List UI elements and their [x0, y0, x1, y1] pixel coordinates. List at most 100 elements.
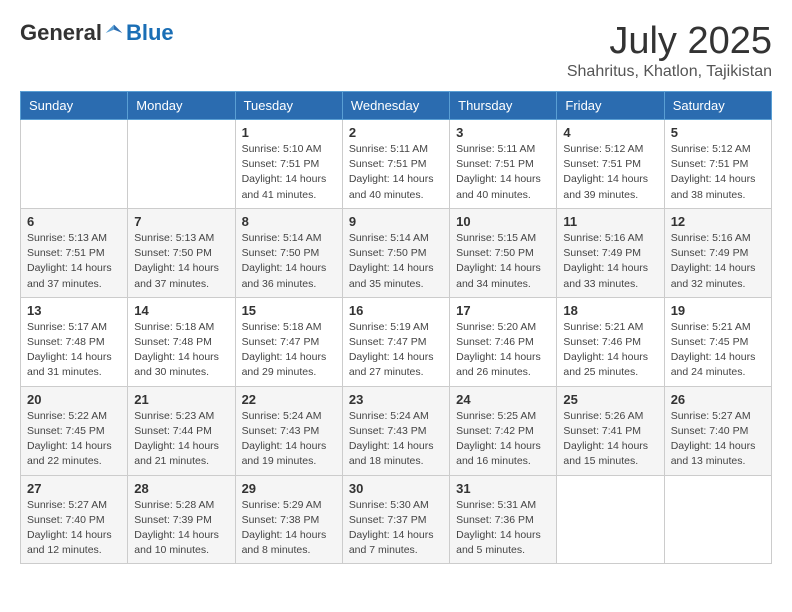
calendar-cell: 23 Sunrise: 5:24 AMSunset: 7:43 PMDayligh…: [342, 386, 449, 475]
day-number: 3: [456, 125, 550, 140]
day-number: 14: [134, 303, 228, 318]
calendar-cell: 22Sunrise: 5:24 AMSunset: 7:43 PMDayligh…: [235, 386, 342, 475]
calendar-cell: 18 Sunrise: 5:21 AMSunset: 7:46 PMDayligh…: [557, 297, 664, 386]
day-number: 22: [242, 392, 336, 407]
calendar-cell: 11Sunrise: 5:16 AMSunset: 7:49 PMDayligh…: [557, 208, 664, 297]
page-header: General Blue July 2025 Shahritus, Khatlo…: [20, 20, 772, 81]
calendar-cell: 31Sunrise: 5:31 AMSunset: 7:36 PMDayligh…: [450, 475, 557, 564]
week-row-0: 1 Sunrise: 5:10 AMSunset: 7:51 PMDaylight…: [21, 120, 772, 209]
calendar-cell: 12Sunrise: 5:16 AMSunset: 7:49 PMDayligh…: [664, 208, 771, 297]
calendar-cell: 25 Sunrise: 5:26 AMSunset: 7:41 PMDayligh…: [557, 386, 664, 475]
day-number: 28: [134, 481, 228, 496]
calendar-cell: [21, 120, 128, 209]
week-row-4: 27 Sunrise: 5:27 AMSunset: 7:40 PMDayligh…: [21, 475, 772, 564]
week-row-3: 20Sunrise: 5:22 AMSunset: 7:45 PMDayligh…: [21, 386, 772, 475]
weekday-header-monday: Monday: [128, 92, 235, 120]
weekday-header-wednesday: Wednesday: [342, 92, 449, 120]
day-info: Sunrise: 5:17 AMSunset: 7:48 PMDaylight:…: [27, 320, 121, 381]
day-info: Sunrise: 5:10 AMSunset: 7:51 PMDaylight:…: [242, 142, 336, 203]
day-info: Sunrise: 5:18 AMSunset: 7:48 PMDaylight:…: [134, 320, 228, 381]
calendar-cell: 10 Sunrise: 5:15 AMSunset: 7:50 PMDayligh…: [450, 208, 557, 297]
calendar-cell: 21 Sunrise: 5:23 AMSunset: 7:44 PMDayligh…: [128, 386, 235, 475]
day-info: Sunrise: 5:29 AMSunset: 7:38 PMDaylight:…: [242, 498, 336, 559]
day-number: 2: [349, 125, 443, 140]
calendar-cell: [128, 120, 235, 209]
day-info: Sunrise: 5:14 AMSunset: 7:50 PMDaylight:…: [349, 231, 443, 292]
day-number: 25: [563, 392, 657, 407]
calendar-cell: 26 Sunrise: 5:27 AMSunset: 7:40 PMDayligh…: [664, 386, 771, 475]
day-number: 5: [671, 125, 765, 140]
day-info: Sunrise: 5:12 AMSunset: 7:51 PMDaylight:…: [563, 142, 657, 203]
calendar-cell: 17 Sunrise: 5:20 AMSunset: 7:46 PMDayligh…: [450, 297, 557, 386]
day-info: Sunrise: 5:12 AMSunset: 7:51 PMDaylight:…: [671, 142, 765, 203]
calendar-cell: 29Sunrise: 5:29 AMSunset: 7:38 PMDayligh…: [235, 475, 342, 564]
week-row-1: 6Sunrise: 5:13 AMSunset: 7:51 PMDaylight…: [21, 208, 772, 297]
day-info: Sunrise: 5:26 AMSunset: 7:41 PMDaylight:…: [563, 409, 657, 470]
logo: General Blue: [20, 20, 174, 46]
day-info: Sunrise: 5:21 AMSunset: 7:45 PMDaylight:…: [671, 320, 765, 381]
calendar-cell: 15 Sunrise: 5:18 AMSunset: 7:47 PMDayligh…: [235, 297, 342, 386]
weekday-header-saturday: Saturday: [664, 92, 771, 120]
day-number: 27: [27, 481, 121, 496]
title-block: July 2025 Shahritus, Khatlon, Tajikistan: [567, 20, 772, 81]
calendar-cell: 4 Sunrise: 5:12 AMSunset: 7:51 PMDaylight…: [557, 120, 664, 209]
week-row-2: 13 Sunrise: 5:17 AMSunset: 7:48 PMDayligh…: [21, 297, 772, 386]
calendar-cell: 13 Sunrise: 5:17 AMSunset: 7:48 PMDayligh…: [21, 297, 128, 386]
day-info: Sunrise: 5:13 AMSunset: 7:50 PMDaylight:…: [134, 231, 228, 292]
day-info: Sunrise: 5:28 AMSunset: 7:39 PMDaylight:…: [134, 498, 228, 559]
day-info: Sunrise: 5:27 AMSunset: 7:40 PMDaylight:…: [671, 409, 765, 470]
day-info: Sunrise: 5:25 AMSunset: 7:42 PMDaylight:…: [456, 409, 550, 470]
day-info: Sunrise: 5:27 AMSunset: 7:40 PMDaylight:…: [27, 498, 121, 559]
day-number: 26: [671, 392, 765, 407]
calendar-cell: 9 Sunrise: 5:14 AMSunset: 7:50 PMDaylight…: [342, 208, 449, 297]
day-number: 19: [671, 303, 765, 318]
day-number: 12: [671, 214, 765, 229]
day-number: 11: [563, 214, 657, 229]
calendar-cell: 1 Sunrise: 5:10 AMSunset: 7:51 PMDaylight…: [235, 120, 342, 209]
calendar-cell: 19 Sunrise: 5:21 AMSunset: 7:45 PMDayligh…: [664, 297, 771, 386]
calendar: SundayMondayTuesdayWednesdayThursdayFrid…: [20, 91, 772, 564]
calendar-cell: 2 Sunrise: 5:11 AMSunset: 7:51 PMDaylight…: [342, 120, 449, 209]
calendar-cell: 27 Sunrise: 5:27 AMSunset: 7:40 PMDayligh…: [21, 475, 128, 564]
location: Shahritus, Khatlon, Tajikistan: [567, 63, 772, 81]
day-number: 23: [349, 392, 443, 407]
calendar-cell: 30Sunrise: 5:30 AMSunset: 7:37 PMDayligh…: [342, 475, 449, 564]
day-info: Sunrise: 5:14 AMSunset: 7:50 PMDaylight:…: [242, 231, 336, 292]
day-number: 9: [349, 214, 443, 229]
day-number: 7: [134, 214, 228, 229]
calendar-cell: 3 Sunrise: 5:11 AMSunset: 7:51 PMDaylight…: [450, 120, 557, 209]
weekday-header-friday: Friday: [557, 92, 664, 120]
logo-blue: Blue: [126, 20, 174, 46]
day-number: 17: [456, 303, 550, 318]
day-number: 13: [27, 303, 121, 318]
calendar-cell: 16Sunrise: 5:19 AMSunset: 7:47 PMDayligh…: [342, 297, 449, 386]
weekday-header-sunday: Sunday: [21, 92, 128, 120]
calendar-cell: 5 Sunrise: 5:12 AMSunset: 7:51 PMDaylight…: [664, 120, 771, 209]
day-info: Sunrise: 5:21 AMSunset: 7:46 PMDaylight:…: [563, 320, 657, 381]
day-number: 21: [134, 392, 228, 407]
weekday-header-tuesday: Tuesday: [235, 92, 342, 120]
day-info: Sunrise: 5:24 AMSunset: 7:43 PMDaylight:…: [349, 409, 443, 470]
calendar-cell: 20Sunrise: 5:22 AMSunset: 7:45 PMDayligh…: [21, 386, 128, 475]
day-info: Sunrise: 5:18 AMSunset: 7:47 PMDaylight:…: [242, 320, 336, 381]
day-info: Sunrise: 5:11 AMSunset: 7:51 PMDaylight:…: [349, 142, 443, 203]
day-number: 6: [27, 214, 121, 229]
day-number: 18: [563, 303, 657, 318]
calendar-cell: 6Sunrise: 5:13 AMSunset: 7:51 PMDaylight…: [21, 208, 128, 297]
day-number: 30: [349, 481, 443, 496]
day-number: 4: [563, 125, 657, 140]
day-info: Sunrise: 5:20 AMSunset: 7:46 PMDaylight:…: [456, 320, 550, 381]
logo-general: General: [20, 20, 102, 46]
calendar-cell: 8Sunrise: 5:14 AMSunset: 7:50 PMDaylight…: [235, 208, 342, 297]
month-title: July 2025: [567, 20, 772, 63]
calendar-cell: 7 Sunrise: 5:13 AMSunset: 7:50 PMDaylight…: [128, 208, 235, 297]
day-number: 1: [242, 125, 336, 140]
calendar-cell: 24Sunrise: 5:25 AMSunset: 7:42 PMDayligh…: [450, 386, 557, 475]
day-info: Sunrise: 5:15 AMSunset: 7:50 PMDaylight:…: [456, 231, 550, 292]
day-info: Sunrise: 5:11 AMSunset: 7:51 PMDaylight:…: [456, 142, 550, 203]
day-number: 15: [242, 303, 336, 318]
day-info: Sunrise: 5:23 AMSunset: 7:44 PMDaylight:…: [134, 409, 228, 470]
day-number: 10: [456, 214, 550, 229]
logo-icon: [104, 23, 124, 43]
calendar-cell: 14 Sunrise: 5:18 AMSunset: 7:48 PMDayligh…: [128, 297, 235, 386]
